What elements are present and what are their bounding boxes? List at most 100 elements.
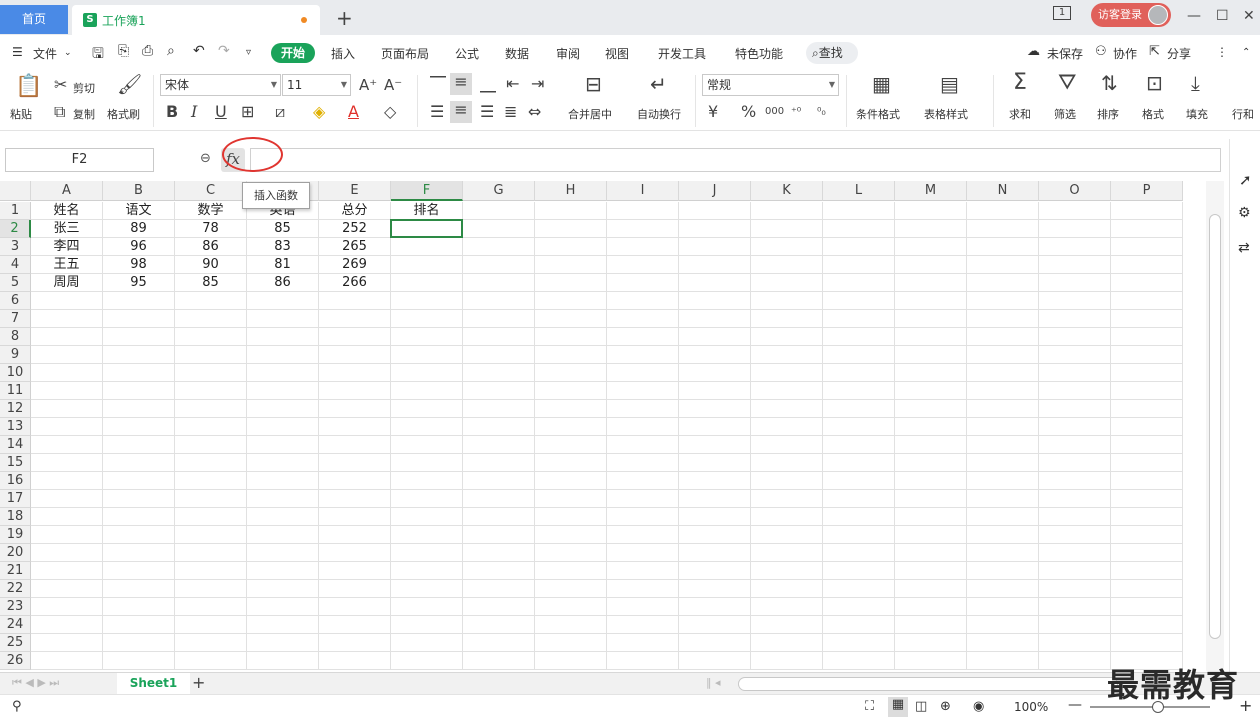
format-icon[interactable]: ⊡ — [1146, 73, 1163, 93]
cell-K5[interactable] — [751, 274, 823, 292]
cell-B15[interactable] — [103, 454, 175, 472]
cursor-icon[interactable]: ➚ — [1239, 171, 1252, 189]
cell-M12[interactable] — [895, 400, 967, 418]
col-header[interactable]: A — [31, 181, 103, 201]
cell-F7[interactable] — [391, 310, 463, 328]
scroll-thumb[interactable] — [1209, 214, 1221, 639]
search-button[interactable]: ⌕查找 — [806, 42, 858, 64]
cell-J26[interactable] — [679, 652, 751, 670]
name-box[interactable]: F2 — [5, 148, 154, 172]
cell-K8[interactable] — [751, 328, 823, 346]
cell-E24[interactable] — [319, 616, 391, 634]
cell-H20[interactable] — [535, 544, 607, 562]
row-header[interactable]: 7 — [0, 310, 31, 328]
unsaved-status[interactable]: 未保存 — [1047, 45, 1083, 62]
cell-N8[interactable] — [967, 328, 1039, 346]
cell-E26[interactable] — [319, 652, 391, 670]
cell-I10[interactable] — [607, 364, 679, 382]
cell-B13[interactable] — [103, 418, 175, 436]
cell-E12[interactable] — [319, 400, 391, 418]
merge-center-icon[interactable]: ⊟ — [585, 74, 602, 94]
currency-button[interactable]: ¥ — [708, 103, 718, 121]
cell-M8[interactable] — [895, 328, 967, 346]
cell-F16[interactable] — [391, 472, 463, 490]
cell-M3[interactable] — [895, 238, 967, 256]
more-icon[interactable]: ⋮ — [1216, 45, 1228, 59]
cell-F24[interactable] — [391, 616, 463, 634]
cell-O2[interactable] — [1039, 220, 1111, 238]
cell-O20[interactable] — [1039, 544, 1111, 562]
cell-E18[interactable] — [319, 508, 391, 526]
cell-I22[interactable] — [607, 580, 679, 598]
cell-A11[interactable] — [31, 382, 103, 400]
row-col-button[interactable]: 行和 — [1232, 106, 1254, 122]
cell-N16[interactable] — [967, 472, 1039, 490]
cell-P7[interactable] — [1111, 310, 1183, 328]
cell-P4[interactable] — [1111, 256, 1183, 274]
cell-K16[interactable] — [751, 472, 823, 490]
cell-P25[interactable] — [1111, 634, 1183, 652]
percent-button[interactable]: % — [741, 103, 756, 121]
justify-icon[interactable]: ≣ — [504, 103, 517, 121]
tab-home[interactable]: 首页 — [0, 5, 68, 34]
cell-M4[interactable] — [895, 256, 967, 274]
cell-C1[interactable]: 数学 — [175, 202, 247, 220]
cell-B24[interactable] — [103, 616, 175, 634]
cell-D7[interactable] — [247, 310, 319, 328]
cell-I19[interactable] — [607, 526, 679, 544]
cell-L18[interactable] — [823, 508, 895, 526]
cell-K20[interactable] — [751, 544, 823, 562]
cell-P13[interactable] — [1111, 418, 1183, 436]
cell-O13[interactable] — [1039, 418, 1111, 436]
cell-G6[interactable] — [463, 292, 535, 310]
cell-J5[interactable] — [679, 274, 751, 292]
cell-L14[interactable] — [823, 436, 895, 454]
cell-P1[interactable] — [1111, 202, 1183, 220]
cell-G22[interactable] — [463, 580, 535, 598]
cell-A9[interactable] — [31, 346, 103, 364]
cell-L12[interactable] — [823, 400, 895, 418]
cell-L21[interactable] — [823, 562, 895, 580]
font-grow-icon[interactable]: A⁺ — [359, 76, 377, 94]
horizontal-scroll-thumb[interactable] — [738, 677, 1118, 691]
cell-B4[interactable]: 98 — [103, 256, 175, 274]
cell-P2[interactable] — [1111, 220, 1183, 238]
col-header[interactable]: P — [1111, 181, 1183, 201]
cell-O6[interactable] — [1039, 292, 1111, 310]
cell-B22[interactable] — [103, 580, 175, 598]
format-painter-button[interactable]: 格式刷 — [107, 106, 140, 122]
cell-G18[interactable] — [463, 508, 535, 526]
paste-icon[interactable]: 📋 — [15, 75, 42, 99]
sheet-nav-icon[interactable]: ⏮ ◀ ▶ ⏭ — [12, 676, 59, 690]
row-header[interactable]: 24 — [0, 616, 31, 634]
cell-K19[interactable] — [751, 526, 823, 544]
cell-P17[interactable] — [1111, 490, 1183, 508]
cell-E14[interactable] — [319, 436, 391, 454]
cell-O22[interactable] — [1039, 580, 1111, 598]
cell-A3[interactable]: 李四 — [31, 238, 103, 256]
cell-L6[interactable] — [823, 292, 895, 310]
add-sheet-icon[interactable]: + — [192, 673, 205, 692]
cell-O8[interactable] — [1039, 328, 1111, 346]
cell-D12[interactable] — [247, 400, 319, 418]
cell-G16[interactable] — [463, 472, 535, 490]
cell-N13[interactable] — [967, 418, 1039, 436]
cell-D13[interactable] — [247, 418, 319, 436]
border-icon[interactable]: ⊞ — [241, 103, 254, 121]
cell-K21[interactable] — [751, 562, 823, 580]
cell-N23[interactable] — [967, 598, 1039, 616]
redo-icon[interactable]: ↷ — [218, 43, 230, 59]
cell-L3[interactable] — [823, 238, 895, 256]
cell-N26[interactable] — [967, 652, 1039, 670]
row-header[interactable]: 1 — [0, 202, 31, 220]
cell-K23[interactable] — [751, 598, 823, 616]
cell-L11[interactable] — [823, 382, 895, 400]
vertical-scrollbar[interactable] — [1206, 181, 1224, 671]
row-header[interactable]: 10 — [0, 364, 31, 382]
cell-P15[interactable] — [1111, 454, 1183, 472]
cell-N9[interactable] — [967, 346, 1039, 364]
cell-M11[interactable] — [895, 382, 967, 400]
cell-B5[interactable]: 95 — [103, 274, 175, 292]
cell-K18[interactable] — [751, 508, 823, 526]
cell-K15[interactable] — [751, 454, 823, 472]
